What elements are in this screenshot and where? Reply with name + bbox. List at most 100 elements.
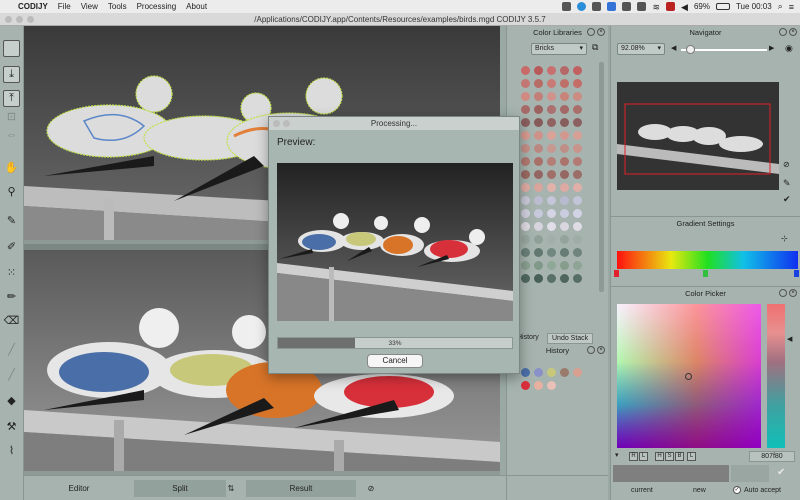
- volume-icon[interactable]: ◀: [681, 2, 688, 12]
- close-window-button[interactable]: [5, 16, 12, 23]
- history-color-swatch[interactable]: [547, 368, 556, 377]
- fill-bucket-icon[interactable]: ◆: [3, 392, 20, 409]
- split-view-button[interactable]: Split: [134, 480, 226, 497]
- library-color-swatch[interactable]: [573, 131, 582, 140]
- navigator-close-icon[interactable]: ×: [789, 28, 797, 36]
- zoom-in-icon[interactable]: ▶: [769, 44, 774, 52]
- library-color-swatch[interactable]: [534, 170, 543, 179]
- line-tool-2-icon[interactable]: ╱: [3, 366, 20, 383]
- library-color-swatch[interactable]: [547, 131, 556, 140]
- library-color-swatch[interactable]: [534, 209, 543, 218]
- library-color-swatch[interactable]: [573, 157, 582, 166]
- library-scrollbar[interactable]: [599, 62, 604, 292]
- library-color-swatch[interactable]: [547, 235, 556, 244]
- library-color-swatch[interactable]: [547, 105, 556, 114]
- library-color-swatch[interactable]: [560, 183, 569, 192]
- library-color-swatch[interactable]: [560, 248, 569, 257]
- brush-tool-icon[interactable]: [3, 40, 20, 57]
- eye-icon[interactable]: ◉: [785, 43, 793, 54]
- library-color-swatch[interactable]: [547, 144, 556, 153]
- hue-slider[interactable]: [767, 304, 785, 448]
- history-color-swatch[interactable]: [560, 368, 569, 377]
- library-menu-icon[interactable]: ⧉: [592, 42, 598, 53]
- navigator-thumbnail[interactable]: [617, 82, 779, 190]
- library-color-swatch[interactable]: [534, 261, 543, 270]
- library-color-swatch[interactable]: [521, 79, 530, 88]
- history-color-swatch[interactable]: [521, 381, 530, 390]
- library-color-swatch[interactable]: [547, 79, 556, 88]
- hammer-icon[interactable]: ⚒: [3, 418, 20, 435]
- crop-icon[interactable]: ⊡: [3, 108, 20, 125]
- input-source-flag-icon[interactable]: [666, 2, 676, 11]
- search-icon[interactable]: ⌕: [778, 1, 783, 12]
- marker-icon[interactable]: ✏: [3, 288, 20, 305]
- channel-button-s[interactable]: S: [665, 452, 674, 461]
- library-color-swatch[interactable]: [534, 105, 543, 114]
- menu-about[interactable]: About: [186, 2, 207, 11]
- minimize-window-button[interactable]: [16, 16, 23, 23]
- library-color-swatch[interactable]: [547, 261, 556, 270]
- import-icon[interactable]: ⤓: [3, 66, 20, 83]
- library-color-swatch[interactable]: [560, 144, 569, 153]
- dropbox-icon[interactable]: [607, 2, 617, 11]
- library-color-swatch[interactable]: [534, 222, 543, 231]
- library-color-swatch[interactable]: [560, 196, 569, 205]
- color-picker-settings-icon[interactable]: [779, 289, 787, 297]
- history-color-swatch[interactable]: [573, 368, 582, 377]
- cancel-button[interactable]: Cancel: [367, 354, 423, 368]
- channel-button-h[interactable]: H: [655, 452, 664, 461]
- menu-tools[interactable]: Tools: [108, 2, 127, 11]
- history-color-swatch[interactable]: [521, 368, 530, 377]
- eraser-icon[interactable]: ⌫: [3, 312, 20, 329]
- library-color-swatch[interactable]: [547, 274, 556, 283]
- library-color-swatch[interactable]: [521, 144, 530, 153]
- library-color-swatch[interactable]: [521, 274, 530, 283]
- color-picker-close-icon[interactable]: ×: [789, 289, 797, 297]
- library-color-swatch[interactable]: [547, 170, 556, 179]
- library-color-swatch[interactable]: [534, 118, 543, 127]
- drive-icon[interactable]: [622, 2, 632, 11]
- color-field-cursor[interactable]: [685, 373, 692, 380]
- gradient-stop-middle[interactable]: [703, 270, 708, 277]
- channel-button-l[interactable]: L: [687, 452, 696, 461]
- spray-brush-icon[interactable]: ✐: [3, 238, 20, 255]
- library-color-swatch[interactable]: [573, 196, 582, 205]
- library-color-swatch[interactable]: [573, 209, 582, 218]
- channel-button-r[interactable]: R: [629, 452, 638, 461]
- library-color-swatch[interactable]: [560, 131, 569, 140]
- pan-hand-icon[interactable]: ✋: [3, 159, 20, 176]
- library-color-swatch[interactable]: [547, 183, 556, 192]
- library-color-swatch[interactable]: [573, 222, 582, 231]
- menu-file[interactable]: File: [58, 2, 71, 11]
- color-field[interactable]: [617, 304, 761, 448]
- navigator-settings-icon[interactable]: [779, 28, 787, 36]
- history-close-icon[interactable]: ×: [597, 346, 605, 354]
- history-color-swatch[interactable]: [534, 368, 543, 377]
- library-color-swatch[interactable]: [534, 235, 543, 244]
- library-color-swatch[interactable]: [573, 183, 582, 192]
- library-color-swatch[interactable]: [521, 248, 530, 257]
- result-view-button[interactable]: Result: [246, 480, 356, 497]
- dialog-minimize-button[interactable]: [283, 120, 290, 127]
- library-color-swatch[interactable]: [573, 144, 582, 153]
- library-color-swatch[interactable]: [560, 222, 569, 231]
- library-color-swatch[interactable]: [521, 261, 530, 270]
- library-color-swatch[interactable]: [521, 196, 530, 205]
- library-color-swatch[interactable]: [521, 131, 530, 140]
- history-color-swatch[interactable]: [534, 381, 543, 390]
- wifi-icon[interactable]: ≋: [652, 2, 660, 12]
- channel-button-l[interactable]: L: [639, 452, 648, 461]
- time-machine-icon[interactable]: [592, 2, 602, 11]
- gradient-bar[interactable]: [617, 251, 798, 269]
- dotted-brush-icon[interactable]: ⁙: [3, 264, 20, 281]
- auto-accept-checkbox[interactable]: ✓: [733, 486, 741, 494]
- library-color-swatch[interactable]: [521, 183, 530, 192]
- hex-input[interactable]: 807f80: [749, 451, 795, 462]
- transform-icon[interactable]: ⇔: [3, 126, 20, 143]
- line-tool-icon[interactable]: ╱: [3, 341, 20, 358]
- checkmark-icon[interactable]: ✔: [783, 194, 791, 205]
- library-color-swatch[interactable]: [560, 261, 569, 270]
- swap-view-icon[interactable]: ⇅: [224, 480, 238, 497]
- library-color-swatch[interactable]: [547, 66, 556, 75]
- library-color-swatch[interactable]: [573, 92, 582, 101]
